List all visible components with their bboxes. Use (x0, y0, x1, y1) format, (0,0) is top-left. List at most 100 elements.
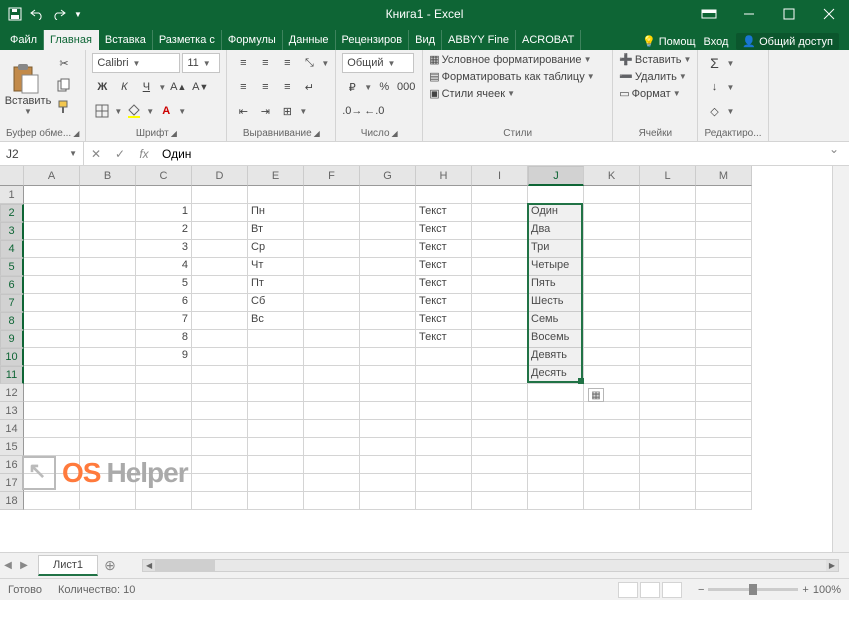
cell[interactable] (472, 420, 528, 438)
cell[interactable] (360, 240, 416, 258)
cell[interactable]: Вс (248, 312, 304, 330)
cell[interactable]: 1 (136, 204, 192, 222)
row-header[interactable]: 15 (0, 438, 24, 456)
fill-color-icon[interactable] (124, 101, 144, 121)
cell[interactable] (360, 294, 416, 312)
font-name-select[interactable]: Calibri▼ (92, 53, 180, 73)
cell[interactable] (24, 366, 80, 384)
cell[interactable]: Вт (248, 222, 304, 240)
cell[interactable] (136, 420, 192, 438)
new-sheet-icon[interactable]: ⊕ (98, 557, 122, 574)
paste-button[interactable]: Вставить ▼ (6, 53, 50, 126)
cell[interactable] (696, 438, 752, 456)
row-header[interactable]: 10 (0, 348, 24, 366)
cell[interactable] (304, 438, 360, 456)
cell[interactable]: Текст (416, 276, 472, 294)
cell[interactable]: Чт (248, 258, 304, 276)
cell[interactable] (696, 258, 752, 276)
cell-styles-button[interactable]: ▣ Стили ячеек ▼ (429, 87, 606, 100)
cell[interactable] (584, 222, 640, 240)
cell[interactable] (248, 420, 304, 438)
cell[interactable] (640, 222, 696, 240)
cell[interactable]: 6 (136, 294, 192, 312)
cell[interactable] (528, 474, 584, 492)
align-top-icon[interactable]: ≡ (233, 53, 253, 73)
cell[interactable] (416, 492, 472, 510)
tab-file[interactable]: Файл (4, 30, 44, 50)
view-page-layout-icon[interactable] (640, 582, 660, 598)
cell[interactable] (80, 474, 136, 492)
col-header[interactable]: L (640, 166, 696, 186)
cell[interactable] (304, 348, 360, 366)
cell[interactable] (584, 330, 640, 348)
cell[interactable] (80, 492, 136, 510)
cell[interactable]: Текст (416, 330, 472, 348)
tab-review[interactable]: Рецензиров (336, 30, 410, 50)
cell[interactable] (696, 402, 752, 420)
cell[interactable]: Пт (248, 276, 304, 294)
cell[interactable] (416, 456, 472, 474)
cell[interactable] (192, 456, 248, 474)
underline-button[interactable]: Ч (136, 77, 156, 97)
row-header[interactable]: 12 (0, 384, 24, 402)
cell[interactable] (696, 222, 752, 240)
sheet-tab[interactable]: Лист1 (38, 555, 98, 576)
fx-icon[interactable]: fx (132, 147, 156, 161)
select-all-corner[interactable] (0, 166, 24, 186)
cell[interactable]: Текст (416, 312, 472, 330)
cell[interactable] (584, 186, 640, 204)
cell[interactable] (640, 348, 696, 366)
cell[interactable] (416, 366, 472, 384)
vertical-scrollbar[interactable] (832, 166, 849, 552)
tab-formulas[interactable]: Формулы (222, 30, 283, 50)
cell[interactable] (80, 348, 136, 366)
zoom-level[interactable]: 100% (813, 584, 841, 596)
cell[interactable]: Девять (528, 348, 584, 366)
cell[interactable] (248, 384, 304, 402)
cell[interactable] (696, 186, 752, 204)
cell[interactable]: Пять (528, 276, 584, 294)
copy-icon[interactable] (54, 75, 74, 95)
cell[interactable] (24, 348, 80, 366)
cell[interactable] (360, 402, 416, 420)
tab-abbyy[interactable]: ABBYY Fine (442, 30, 516, 50)
tab-view[interactable]: Вид (409, 30, 442, 50)
align-middle-icon[interactable]: ≡ (255, 53, 275, 73)
cell[interactable] (360, 186, 416, 204)
cell[interactable] (416, 186, 472, 204)
cell[interactable] (360, 276, 416, 294)
cell[interactable] (696, 294, 752, 312)
cell[interactable] (24, 294, 80, 312)
increase-font-icon[interactable]: A▲ (168, 77, 188, 97)
view-page-break-icon[interactable] (662, 582, 682, 598)
cell[interactable] (136, 456, 192, 474)
cell[interactable] (696, 474, 752, 492)
comma-icon[interactable]: 000 (396, 77, 416, 97)
worksheet[interactable]: ABCDEFGHIJKLM 12345678910111213141516171… (0, 166, 849, 552)
col-header[interactable]: E (248, 166, 304, 186)
col-header[interactable]: G (360, 166, 416, 186)
format-painter-icon[interactable] (54, 97, 74, 117)
cell[interactable]: 4 (136, 258, 192, 276)
sheet-nav-next-icon[interactable]: ▶ (16, 560, 32, 571)
increase-decimal-icon[interactable]: .0→ (342, 101, 362, 121)
cell[interactable] (696, 420, 752, 438)
cell[interactable] (192, 294, 248, 312)
cell[interactable]: Шесть (528, 294, 584, 312)
tab-home[interactable]: Главная (44, 30, 99, 50)
save-icon[interactable] (8, 7, 22, 21)
col-header[interactable]: I (472, 166, 528, 186)
cell[interactable] (304, 312, 360, 330)
cell[interactable] (472, 366, 528, 384)
cell[interactable]: Пн (248, 204, 304, 222)
cell[interactable] (584, 312, 640, 330)
align-bottom-icon[interactable]: ≡ (277, 53, 297, 73)
cell[interactable] (360, 492, 416, 510)
cell[interactable] (472, 348, 528, 366)
zoom-in-icon[interactable]: + (802, 584, 808, 596)
name-box[interactable]: J2▼ (0, 142, 84, 165)
cell[interactable] (136, 474, 192, 492)
cell[interactable]: Семь (528, 312, 584, 330)
cell[interactable] (640, 312, 696, 330)
cell[interactable] (80, 186, 136, 204)
